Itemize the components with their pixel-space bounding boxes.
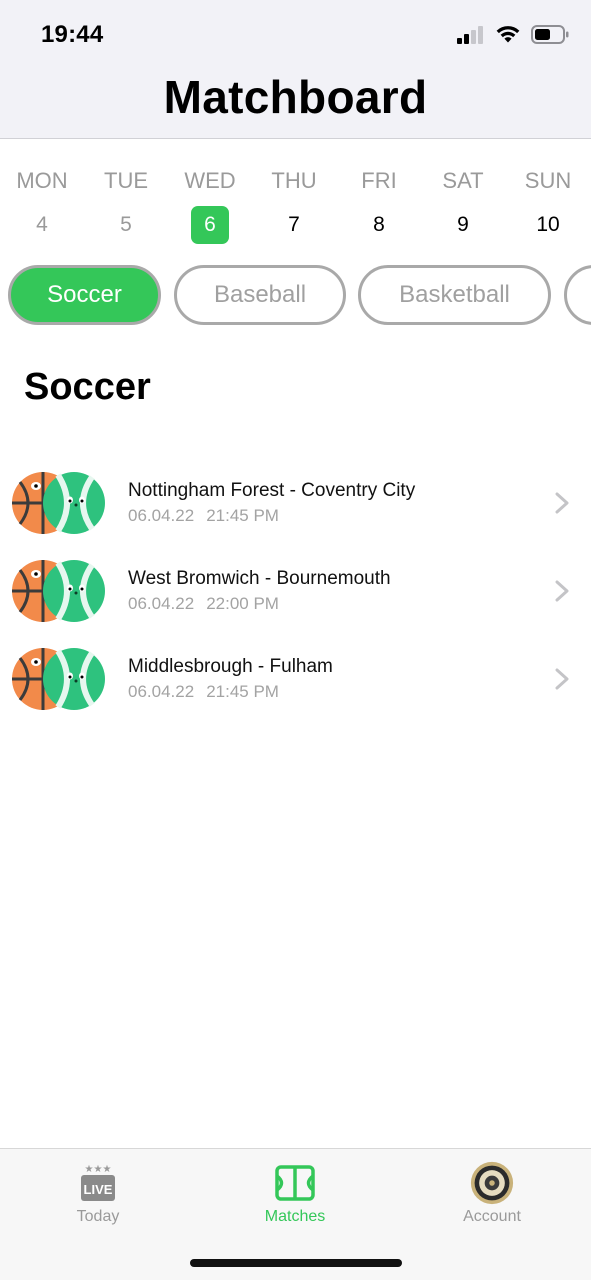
week-strip: MON 4 TUE 5 WED 6 THU 7 FRI 8 SAT 9 SUN … xyxy=(0,166,591,246)
svg-text:LIVE: LIVE xyxy=(84,1182,113,1197)
chevron-right-icon xyxy=(555,580,569,602)
match-row[interactable]: West Bromwich - Bournemouth 06.04.22 22:0… xyxy=(0,544,591,632)
chip-baseball[interactable]: Baseball xyxy=(174,265,346,325)
chip-next-partial[interactable] xyxy=(564,265,591,325)
cellular-signal-icon xyxy=(457,25,483,44)
section-title: Soccer xyxy=(24,366,151,408)
day-number: 5 xyxy=(120,213,132,236)
match-date: 06.04.22 xyxy=(128,506,195,525)
day-name: FRI xyxy=(361,168,397,193)
svg-text:★★★: ★★★ xyxy=(85,1164,112,1175)
match-time: 21:45 PM xyxy=(206,682,279,701)
day-number-selected: 6 xyxy=(191,206,229,244)
home-indicator xyxy=(190,1259,402,1267)
chip-basketball[interactable]: Basketball xyxy=(358,265,551,325)
tab-label: Matches xyxy=(264,1208,326,1225)
basketball-tennis-ball-icon xyxy=(12,470,106,536)
status-bar: 19:44 xyxy=(0,0,591,60)
day-thu[interactable]: THU 7 xyxy=(259,166,329,244)
wifi-icon xyxy=(496,26,520,43)
day-sun[interactable]: SUN 10 xyxy=(513,166,583,244)
match-date: 06.04.22 xyxy=(128,594,195,613)
match-time: 22:00 PM xyxy=(206,594,279,613)
basketball-tennis-ball-icon xyxy=(12,646,106,712)
nav-header: Matchboard xyxy=(0,60,591,139)
day-number: 7 xyxy=(288,213,300,236)
chevron-right-icon xyxy=(555,668,569,690)
day-number: 10 xyxy=(536,213,560,236)
day-wed[interactable]: WED 6 xyxy=(175,166,245,244)
day-mon[interactable]: MON 4 xyxy=(7,166,77,244)
chevron-right-icon xyxy=(555,492,569,514)
live-icon: ★★★ LIVE xyxy=(81,1164,115,1201)
day-name: THU xyxy=(271,168,317,193)
day-number: 8 xyxy=(373,213,385,236)
chip-soccer[interactable]: Soccer xyxy=(8,265,161,325)
basketball-tennis-ball-icon xyxy=(12,558,106,624)
page-title: Matchboard xyxy=(163,71,428,123)
day-sat[interactable]: SAT 9 xyxy=(428,166,498,244)
court-icon xyxy=(275,1165,315,1201)
avatar xyxy=(470,1161,514,1205)
day-name: TUE xyxy=(104,168,148,193)
tab-today[interactable]: ★★★ LIVE Today xyxy=(28,1161,168,1226)
sport-filter-bar: Soccer Baseball Basketball xyxy=(0,264,591,328)
tab-label: Today xyxy=(76,1208,120,1225)
match-title: Nottingham Forest - Coventry City xyxy=(128,480,416,501)
match-meta: 06.04.22 21:45 PM xyxy=(128,682,279,702)
match-title: West Bromwich - Bournemouth xyxy=(128,568,391,589)
day-number: 4 xyxy=(36,213,48,236)
match-row[interactable]: Nottingham Forest - Coventry City 06.04.… xyxy=(0,456,591,544)
day-tue[interactable]: TUE 5 xyxy=(91,166,161,244)
status-time: 19:44 xyxy=(41,21,104,48)
tab-account[interactable]: Account xyxy=(422,1161,562,1226)
tab-matches[interactable]: Matches xyxy=(225,1161,365,1226)
day-name: SUN xyxy=(524,168,572,193)
battery-icon xyxy=(531,25,569,44)
day-name: WED xyxy=(184,168,236,193)
day-number: 9 xyxy=(457,213,469,236)
match-row[interactable]: Middlesbrough - Fulham 06.04.22 21:45 PM xyxy=(0,632,591,720)
status-icons xyxy=(457,25,569,44)
match-title: Middlesbrough - Fulham xyxy=(128,656,333,677)
day-name: MON xyxy=(16,168,68,193)
match-time: 21:45 PM xyxy=(206,506,279,525)
day-name: SAT xyxy=(442,168,484,193)
day-fri[interactable]: FRI 8 xyxy=(344,166,414,244)
match-meta: 06.04.22 22:00 PM xyxy=(128,594,279,614)
tab-label: Account xyxy=(463,1208,521,1225)
match-date: 06.04.22 xyxy=(128,682,195,701)
match-meta: 06.04.22 21:45 PM xyxy=(128,506,279,526)
